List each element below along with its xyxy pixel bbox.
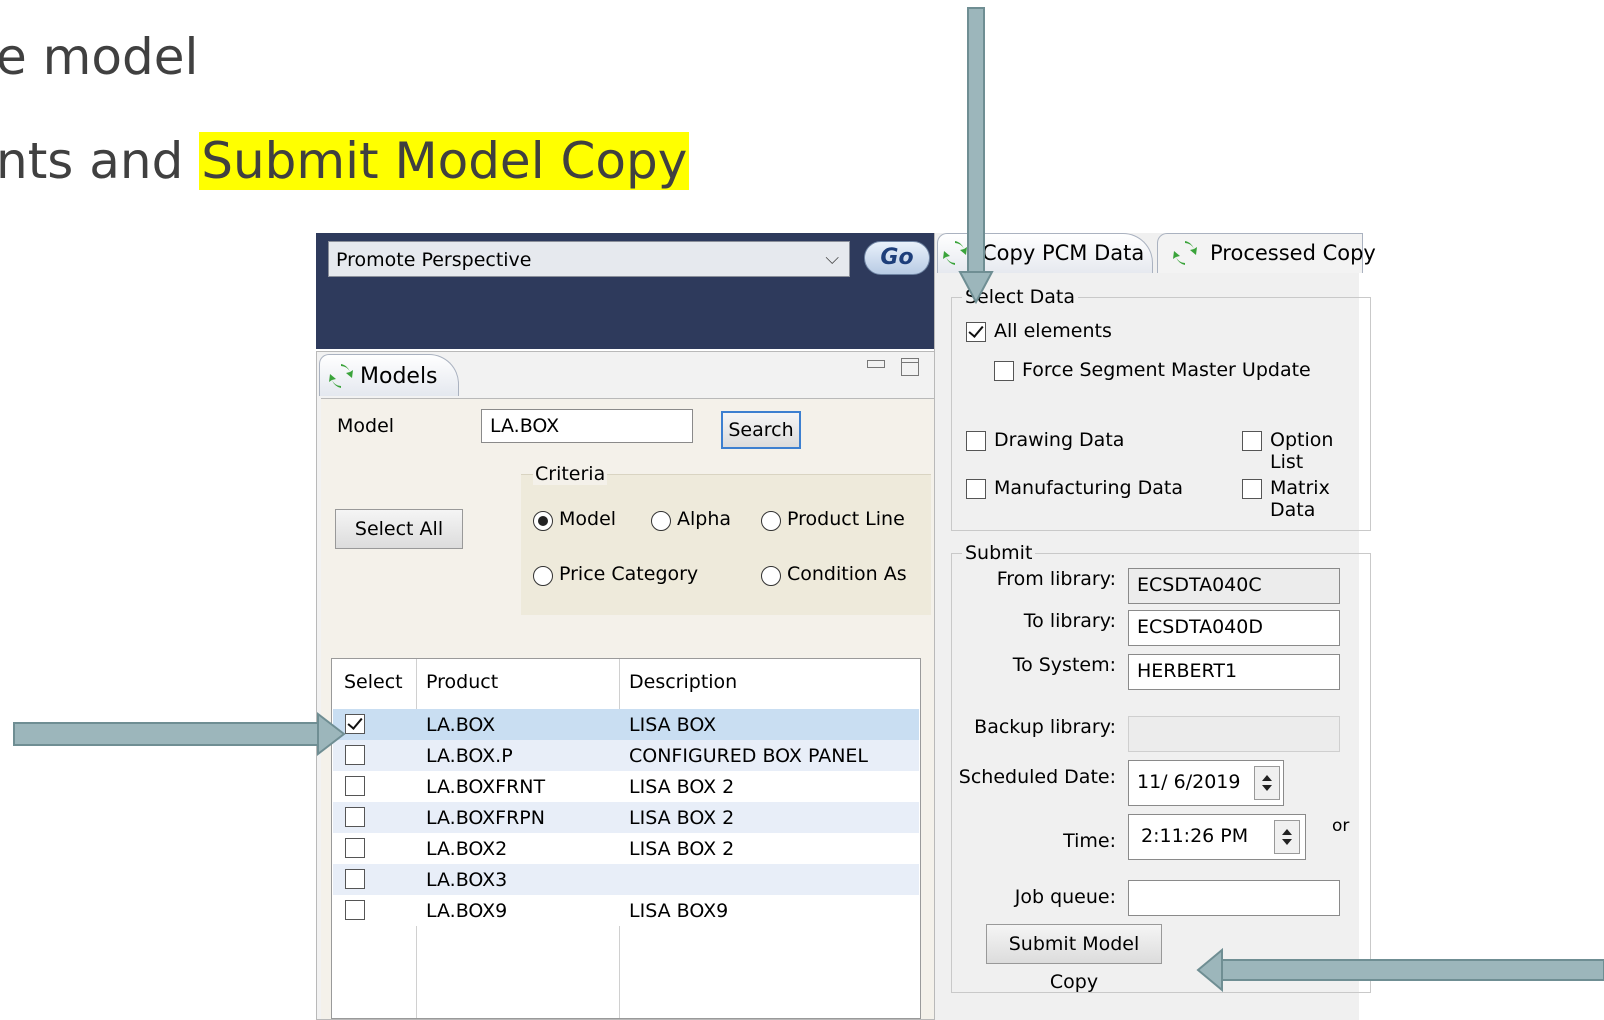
arrow-right-to-checkbox (13, 711, 346, 757)
arrow-down-to-select-data (958, 7, 994, 305)
annotation-arrows (13, 7, 1604, 993)
arrow-left-to-submit-button (1196, 947, 1604, 993)
